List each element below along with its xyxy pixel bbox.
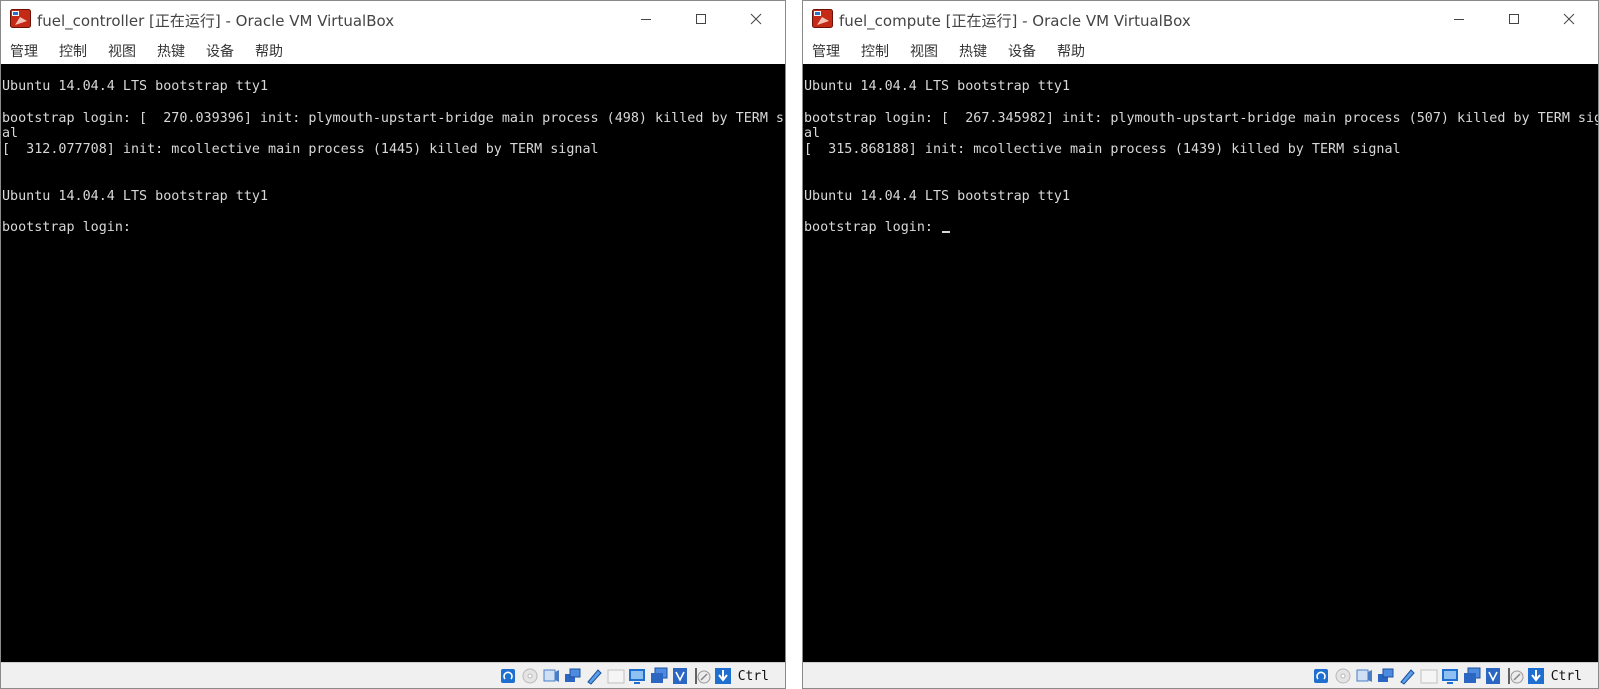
network-icon[interactable] [564, 667, 582, 685]
shared-folders-icon[interactable] [1420, 667, 1438, 685]
vm-console-screen[interactable]: Ubuntu 14.04.4 LTS bootstrap tty1 bootst… [803, 64, 1598, 663]
maximize-icon [1509, 14, 1519, 24]
virtualization-icon[interactable] [671, 667, 689, 685]
console-line: Ubuntu 14.04.4 LTS bootstrap tty1 [2, 189, 269, 204]
status-bar: Ctrl [1, 662, 785, 688]
console-line: [ 315.868188] init: mcollective main pro… [804, 142, 1401, 157]
window-title: fuel_controller [正在运行] - Oracle VM Virtu… [37, 12, 395, 30]
title-bar[interactable]: fuel_controller [正在运行] - Oracle VM Virtu… [1, 1, 785, 37]
virtualization-icon[interactable] [1484, 667, 1502, 685]
maximize-icon [696, 14, 706, 24]
keyboard-capture-icon[interactable] [1527, 667, 1545, 685]
close-icon [1563, 13, 1575, 25]
status-icons: Ctrl [1312, 666, 1582, 686]
console-line-login: bootstrap login: [804, 220, 951, 235]
menu-devices[interactable]: 设备 [197, 41, 242, 61]
status-icons: Ctrl [499, 666, 769, 686]
maximize-button[interactable] [1491, 1, 1537, 37]
host-key-label: Ctrl [737, 668, 769, 684]
menu-help[interactable]: 帮助 [246, 41, 291, 61]
console-line: Ubuntu 14.04.4 LTS bootstrap tty1 [2, 79, 269, 94]
hard-disk-icon[interactable] [1312, 667, 1330, 685]
optical-drive-icon[interactable] [1334, 667, 1352, 685]
console-line: bootstrap login: [ 267.345982] init: ply… [804, 111, 1598, 126]
console-line: Ubuntu 14.04.4 LTS bootstrap tty1 [804, 189, 1071, 204]
menu-view[interactable]: 视图 [99, 41, 144, 61]
optical-drive-icon[interactable] [521, 667, 539, 685]
console-line: bootstrap login: [2, 220, 140, 235]
console-line: al [804, 126, 821, 141]
maximize-button[interactable] [678, 1, 724, 37]
title-bar[interactable]: fuel_compute [正在运行] - Oracle VM VirtualB… [803, 1, 1598, 37]
usb-icon[interactable] [1398, 667, 1416, 685]
desktop: fuel_controller [正在运行] - Oracle VM Virtu… [0, 0, 1599, 689]
close-icon [750, 13, 762, 25]
close-button[interactable] [1546, 1, 1592, 37]
mouse-integration-icon[interactable] [1506, 667, 1524, 685]
window-title: fuel_compute [正在运行] - Oracle VM VirtualB… [839, 12, 1191, 30]
host-key-label: Ctrl [1550, 668, 1582, 684]
mouse-integration-icon[interactable] [693, 667, 711, 685]
menu-manage[interactable]: 管理 [803, 41, 848, 61]
menu-hotkeys[interactable]: 热键 [148, 41, 193, 61]
hard-disk-icon[interactable] [499, 667, 517, 685]
shared-folders-icon[interactable] [607, 667, 625, 685]
console-line: bootstrap login: [ 270.039396] init: ply… [2, 111, 785, 126]
minimize-icon [641, 19, 651, 20]
console-line: [ 312.077708] init: mcollective main pro… [2, 142, 599, 157]
audio-icon[interactable] [1355, 667, 1373, 685]
menu-control[interactable]: 控制 [50, 41, 95, 61]
menu-help[interactable]: 帮助 [1048, 41, 1093, 61]
menu-bar: 管理 控制 视图 热键 设备 帮助 [1, 37, 785, 64]
menu-bar: 管理 控制 视图 热键 设备 帮助 [803, 37, 1598, 64]
video-capture-icon[interactable] [1463, 667, 1481, 685]
network-icon[interactable] [1377, 667, 1395, 685]
vm-console-screen[interactable]: Ubuntu 14.04.4 LTS bootstrap tty1 bootst… [1, 64, 785, 663]
menu-devices[interactable]: 设备 [999, 41, 1044, 61]
minimize-icon [1454, 19, 1464, 20]
status-bar: Ctrl [803, 662, 1598, 688]
vm-window-fuel-controller[interactable]: fuel_controller [正在运行] - Oracle VM Virtu… [0, 0, 786, 689]
menu-view[interactable]: 视图 [901, 41, 946, 61]
text-cursor [942, 231, 951, 233]
display-icon[interactable] [1441, 667, 1459, 685]
menu-hotkeys[interactable]: 热键 [950, 41, 995, 61]
menu-manage[interactable]: 管理 [1, 41, 46, 61]
close-button[interactable] [733, 1, 779, 37]
usb-icon[interactable] [585, 667, 603, 685]
minimize-button[interactable] [1436, 1, 1482, 37]
vm-window-fuel-compute[interactable]: fuel_compute [正在运行] - Oracle VM VirtualB… [802, 0, 1599, 689]
console-login-prompt: bootstrap login: [804, 220, 942, 235]
console-line: al [2, 126, 19, 141]
display-icon[interactable] [628, 667, 646, 685]
virtualbox-icon [10, 9, 31, 28]
window-gap [786, 0, 802, 689]
virtualbox-icon [812, 9, 833, 28]
keyboard-capture-icon[interactable] [714, 667, 732, 685]
video-capture-icon[interactable] [650, 667, 668, 685]
minimize-button[interactable] [623, 1, 669, 37]
audio-icon[interactable] [542, 667, 560, 685]
menu-control[interactable]: 控制 [852, 41, 897, 61]
console-line: Ubuntu 14.04.4 LTS bootstrap tty1 [804, 79, 1071, 94]
